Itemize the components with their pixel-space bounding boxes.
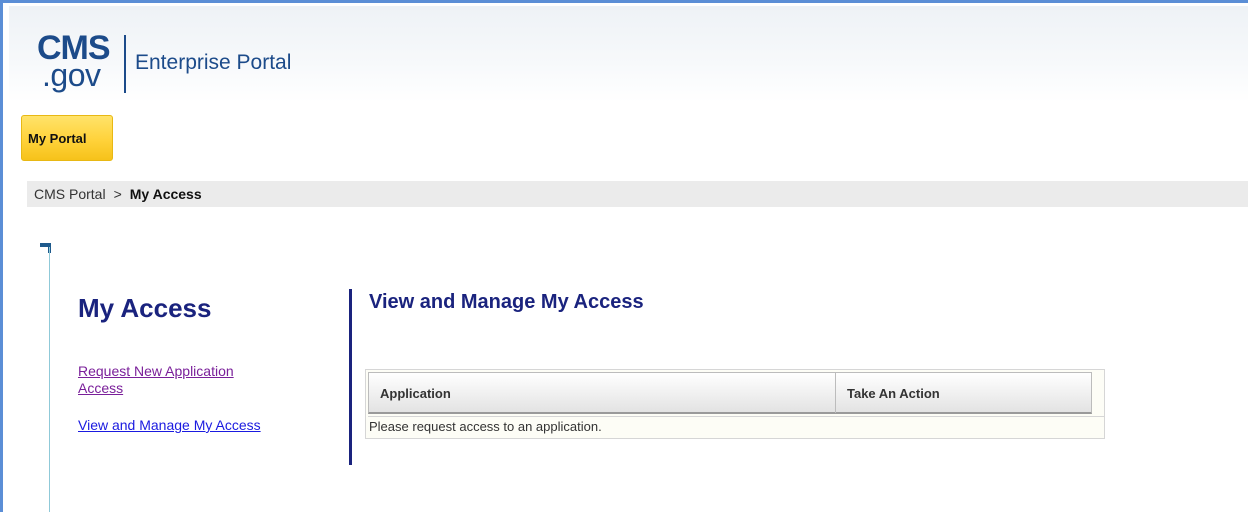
page-title: View and Manage My Access [369, 291, 644, 313]
portal-name: Enterprise Portal [135, 51, 292, 74]
request-new-application-access-link[interactable]: Request New Application Access [78, 363, 278, 397]
column-header-take-an-action[interactable]: Take An Action [847, 373, 940, 413]
column-separator [835, 373, 836, 413]
column-header-application[interactable]: Application [380, 373, 451, 413]
breadcrumb-separator: > [113, 186, 122, 202]
logo-divider [124, 35, 126, 93]
sidebar-border [49, 247, 50, 512]
breadcrumb: CMS Portal > My Access [27, 181, 1248, 207]
table-header: Application Take An Action [368, 372, 1092, 414]
breadcrumb-current: My Access [129, 186, 202, 202]
logo-gov-text: .gov [42, 57, 101, 93]
access-table: Application Take An Action Please reques… [365, 369, 1105, 439]
sidebar-title: My Access [78, 293, 212, 323]
table-empty-message: Please request access to an application. [368, 416, 1104, 436]
breadcrumb-root-link[interactable]: CMS Portal [34, 186, 106, 202]
view-and-manage-my-access-link[interactable]: View and Manage My Access [78, 417, 278, 434]
site-header: CMS .gov Enterprise Portal [9, 6, 1248, 102]
content-divider [349, 289, 352, 465]
tab-my-portal[interactable]: My Portal [21, 115, 113, 161]
browser-frame: CMS .gov Enterprise Portal My Portal CMS… [0, 0, 1248, 512]
